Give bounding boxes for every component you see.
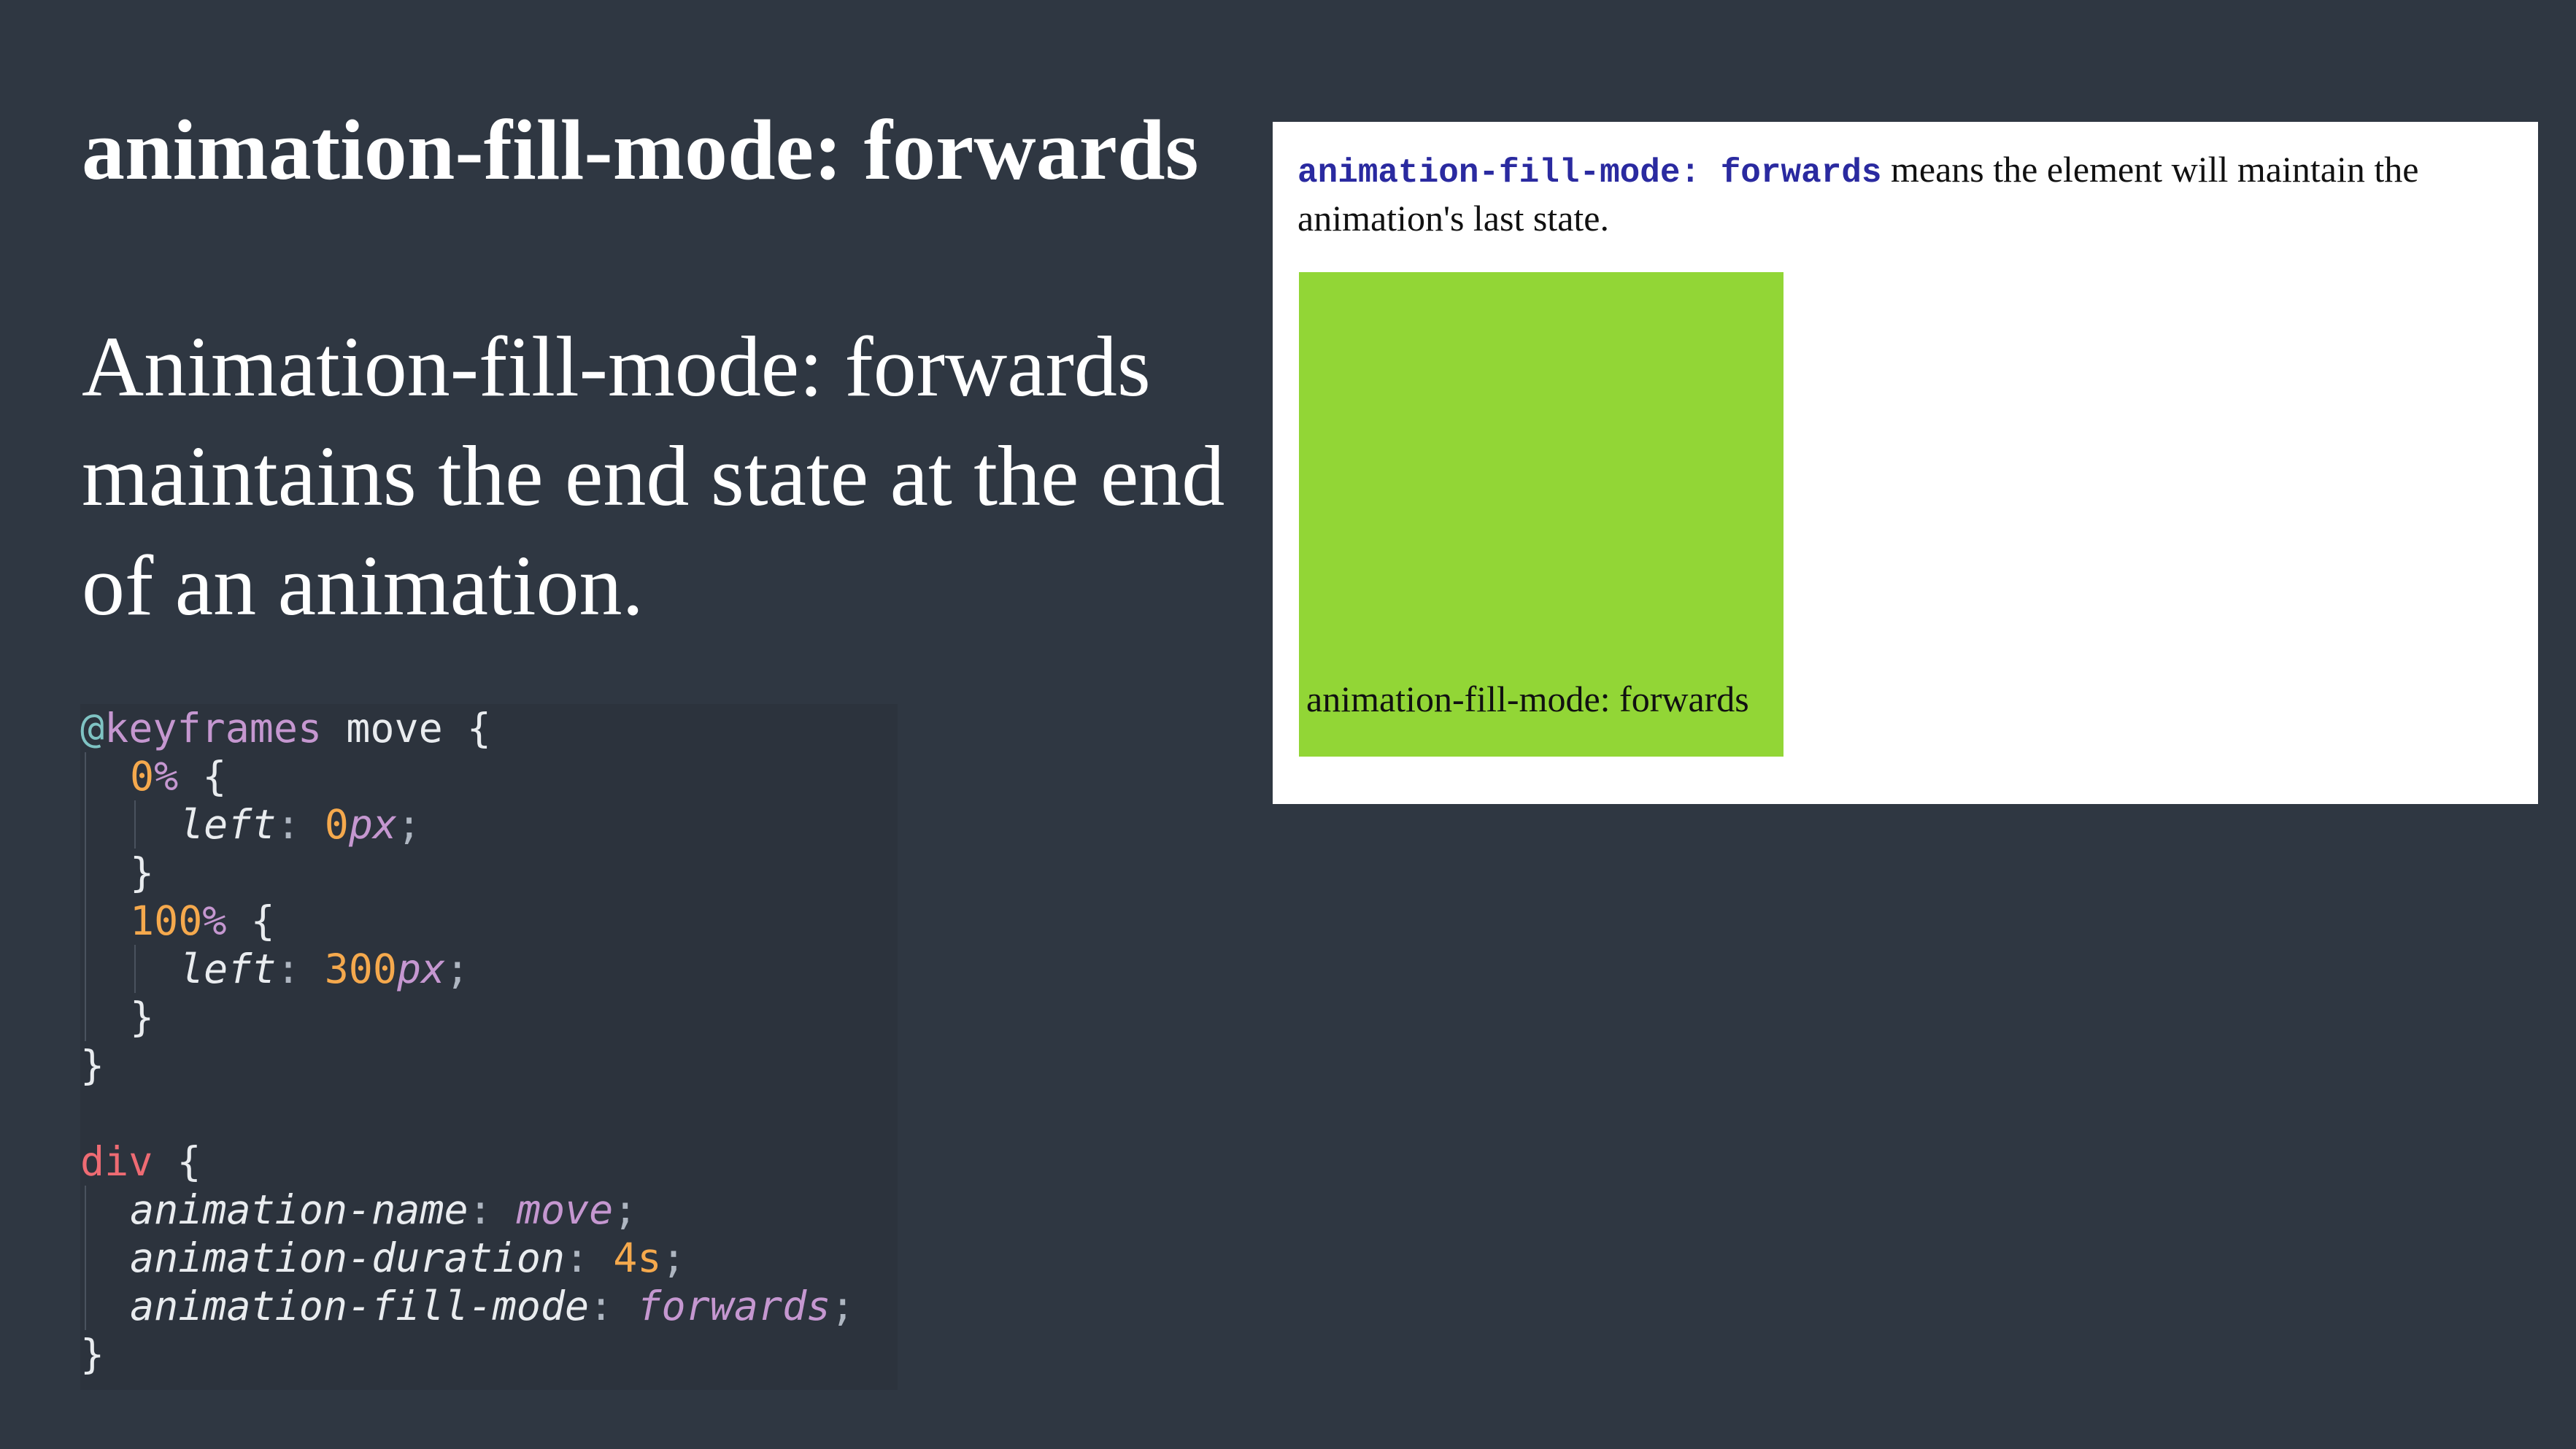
- indent-guide: [85, 945, 86, 993]
- indent-guide: [85, 800, 86, 849]
- indent-guide: [85, 1186, 86, 1234]
- code-line: left: 0px;: [80, 800, 898, 849]
- code-token: ;: [613, 1186, 638, 1233]
- code-token: :: [468, 1186, 517, 1233]
- code-token: move: [516, 1186, 614, 1233]
- code-token: left: [180, 946, 277, 992]
- code-token: keyframes: [104, 705, 323, 751]
- indent-guide: [134, 945, 136, 993]
- indent-guide: [85, 1282, 86, 1330]
- indent-guide: [85, 1234, 86, 1282]
- code-token: px: [397, 946, 446, 992]
- demo-description: animation-fill-mode: forwards means the …: [1297, 147, 2523, 241]
- code-token: div: [80, 1138, 153, 1185]
- code-token: px: [348, 801, 398, 848]
- code-line: }: [80, 1330, 898, 1378]
- code-token: move: [322, 705, 467, 751]
- code-token: animation-duration: [130, 1234, 566, 1281]
- code-line: }: [80, 993, 898, 1041]
- code-token: %: [202, 897, 227, 944]
- code-token: :: [589, 1283, 638, 1329]
- code-token: :: [276, 801, 325, 848]
- code-token: %: [154, 753, 179, 800]
- code-token: 100: [130, 897, 203, 944]
- indent-guide: [85, 897, 86, 945]
- code-token: s: [637, 1234, 662, 1281]
- code-token: {: [178, 753, 227, 800]
- indent-guide: [85, 752, 86, 800]
- demo-browser-panel: animation-fill-mode: forwards means the …: [1273, 122, 2538, 804]
- code-token: 300: [324, 946, 398, 992]
- code-line: animation-duration: 4s;: [80, 1234, 898, 1282]
- indent-guide: [85, 849, 86, 897]
- code-token: }: [80, 1042, 105, 1089]
- code-token: }: [130, 994, 155, 1040]
- code-line: @keyframes move {: [80, 704, 898, 752]
- demo-inline-code: animation-fill-mode: forwards: [1297, 154, 1882, 192]
- code-token: 0: [324, 801, 349, 848]
- code-line: 100% {: [80, 897, 898, 945]
- code-token: 4: [613, 1234, 638, 1281]
- code-token: @: [80, 705, 105, 751]
- code-token: ;: [661, 1234, 686, 1281]
- code-token: :: [565, 1234, 614, 1281]
- code-token: left: [180, 801, 277, 848]
- code-line: 0% {: [80, 752, 898, 800]
- code-token: {: [153, 1138, 201, 1185]
- slide-body-text: Animation-fill-mode: forwards maintains …: [82, 319, 1225, 633]
- slide-title: animation-fill-mode: forwards: [82, 102, 1199, 198]
- code-line: }: [80, 1041, 898, 1089]
- code-token: {: [466, 705, 491, 751]
- code-token: ;: [397, 801, 422, 848]
- code-token: 0: [130, 753, 155, 800]
- indent-guide: [134, 800, 136, 849]
- indent-guide: [85, 993, 86, 1041]
- css-code-block: @keyframes move { 0% { left: 0px; } 100%…: [80, 704, 898, 1390]
- code-token: :: [276, 946, 325, 992]
- code-line: div {: [80, 1137, 898, 1186]
- code-token: forwards: [637, 1283, 831, 1329]
- code-token: animation-fill-mode: [130, 1283, 590, 1329]
- code-line: left: 300px;: [80, 945, 898, 993]
- code-token: }: [80, 1331, 105, 1377]
- code-line: animation-name: move;: [80, 1186, 898, 1234]
- animated-box-label: animation-fill-mode: forwards: [1306, 679, 1749, 719]
- code-token: ;: [445, 946, 470, 992]
- code-token: }: [130, 849, 155, 896]
- code-line: }: [80, 849, 898, 897]
- animated-box: animation-fill-mode: forwards: [1299, 272, 1783, 757]
- code-token: {: [226, 897, 275, 944]
- code-token: ;: [830, 1283, 855, 1329]
- code-line: animation-fill-mode: forwards;: [80, 1282, 898, 1330]
- code-token: animation-name: [130, 1186, 468, 1233]
